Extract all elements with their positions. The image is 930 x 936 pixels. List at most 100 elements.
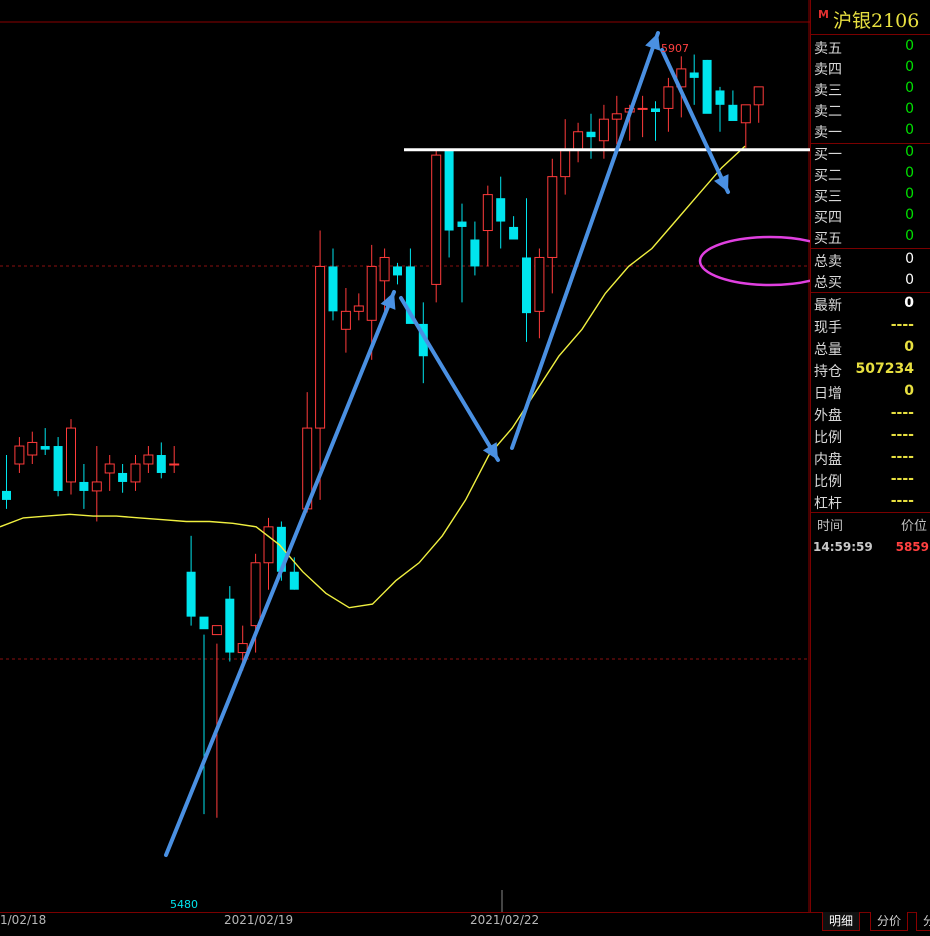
- candle-body: [637, 107, 648, 110]
- total-value: 0: [905, 251, 914, 267]
- candle-body: [225, 598, 235, 653]
- date-label: 1/02/18: [0, 913, 47, 927]
- stat-row: 现手 ----: [814, 316, 926, 337]
- low-price-label: 5480: [170, 898, 198, 911]
- contract-title[interactable]: M 沪银2106: [815, 6, 930, 34]
- candle-body: [547, 176, 558, 258]
- candle-body: [143, 454, 154, 465]
- sell-level-label: 卖一: [814, 125, 842, 141]
- total-value: 0: [905, 272, 914, 288]
- candle-body: [40, 446, 50, 450]
- candle-body: [118, 472, 128, 482]
- candle-body: [482, 194, 493, 232]
- stat-row: 最新 0: [814, 294, 926, 315]
- buy-level-label: 买三: [814, 189, 842, 205]
- stat-value: 0: [904, 339, 914, 355]
- market-badge: M: [818, 8, 829, 21]
- stat-value: ----: [890, 317, 914, 333]
- candle-body: [186, 571, 196, 617]
- tab-more[interactable]: 分: [916, 912, 930, 931]
- sell-level-row: 卖三 0: [814, 79, 926, 100]
- stat-label: 总量: [814, 342, 842, 358]
- stat-row: 外盘 ----: [814, 404, 926, 425]
- buy-level-row: 买五 0: [814, 227, 926, 248]
- tab-detail[interactable]: 明细: [822, 912, 861, 931]
- trend-arrowhead: [645, 33, 661, 51]
- sell-level-row: 卖一 0: [814, 121, 926, 142]
- sell-level-value: 0: [905, 122, 914, 138]
- candle-body: [702, 59, 712, 114]
- candle-body: [586, 131, 596, 138]
- high-price-label: 5907: [661, 42, 689, 55]
- total-label: 总卖: [814, 254, 842, 270]
- sell-level-value: 0: [905, 59, 914, 75]
- candle-body: [379, 256, 390, 282]
- kline-chart[interactable]: 5907 5480: [0, 0, 810, 912]
- contract-name: 沪银2106: [833, 10, 920, 32]
- candle-body: [79, 481, 89, 491]
- candle-body: [169, 463, 180, 466]
- buy-level-row: 买一 0: [814, 143, 926, 164]
- candle-body: [14, 445, 25, 465]
- divider: [811, 292, 930, 293]
- candle-body: [156, 455, 166, 473]
- stat-label: 最新: [814, 298, 842, 314]
- quote-panel: M 沪银2106 卖五 0 卖四 0 卖三 0 卖二 0 卖一 0 买一 0 买二 0 买三 0 买四 0 买五 0…: [810, 0, 930, 912]
- candle-body: [211, 625, 222, 636]
- stat-row: 持仓 507234: [814, 360, 926, 381]
- candle-body: [53, 446, 63, 491]
- tick-header-time: 时间: [817, 519, 844, 534]
- candle-body: [315, 265, 326, 429]
- tick-row: 14:59:59 5859: [813, 540, 929, 558]
- sell-level-label: 卖二: [814, 104, 842, 120]
- stat-row: 比例 ----: [814, 470, 926, 491]
- stat-value: ----: [890, 427, 914, 443]
- stat-label: 比例: [814, 430, 842, 446]
- sell-level-row: 卖四 0: [814, 58, 926, 79]
- candle-body: [470, 239, 480, 267]
- total-row: 总卖 0: [814, 250, 926, 271]
- buy-level-label: 买四: [814, 210, 842, 226]
- candle-body: [651, 108, 660, 112]
- total-label: 总买: [814, 275, 842, 291]
- trend-arrow: [660, 48, 730, 194]
- candle-body: [689, 72, 699, 78]
- candle-body: [91, 481, 102, 492]
- stat-label: 比例: [814, 474, 842, 490]
- divider: [811, 34, 930, 35]
- candle-body: [289, 571, 299, 590]
- buy-level-label: 买五: [814, 231, 842, 247]
- stat-row: 杠杆 ----: [814, 492, 926, 513]
- candle-body: [328, 266, 338, 312]
- buy-level-label: 买二: [814, 168, 842, 184]
- tab-price-dist[interactable]: 分价: [870, 912, 909, 931]
- stat-label: 杠杆: [814, 496, 842, 512]
- time-axis-bar: 1/02/18 2021/02/19 2021/02/22 明细 分价 分: [0, 912, 930, 936]
- stat-label: 内盘: [814, 452, 842, 468]
- stat-label: 日增: [814, 386, 842, 402]
- stat-row: 比例 ----: [814, 426, 926, 447]
- candle-body: [728, 104, 738, 121]
- stat-value: ----: [890, 449, 914, 465]
- stat-value: ----: [890, 405, 914, 421]
- sell-level-value: 0: [905, 38, 914, 54]
- candle-body: [340, 310, 351, 330]
- kline-svg: 5907 5480: [0, 0, 810, 912]
- stat-row: 总量 0: [814, 338, 926, 359]
- candle-body: [263, 526, 274, 564]
- stat-value: 0: [904, 295, 914, 311]
- stat-value: ----: [890, 471, 914, 487]
- trend-arrow: [510, 31, 660, 450]
- buy-level-row: 买四 0: [814, 206, 926, 227]
- total-row: 总买 0: [814, 271, 926, 292]
- candle-body: [250, 562, 261, 627]
- stat-label: 现手: [814, 320, 842, 336]
- trend-arrow: [164, 290, 396, 857]
- buy-level-value: 0: [905, 144, 914, 160]
- tick-header: 时间 价位: [815, 515, 927, 535]
- date-label: 2021/02/22: [470, 913, 540, 927]
- sell-level-value: 0: [905, 101, 914, 117]
- sell-level-row: 卖二 0: [814, 100, 926, 121]
- candle-body: [199, 616, 209, 630]
- buy-level-label: 买一: [814, 147, 842, 163]
